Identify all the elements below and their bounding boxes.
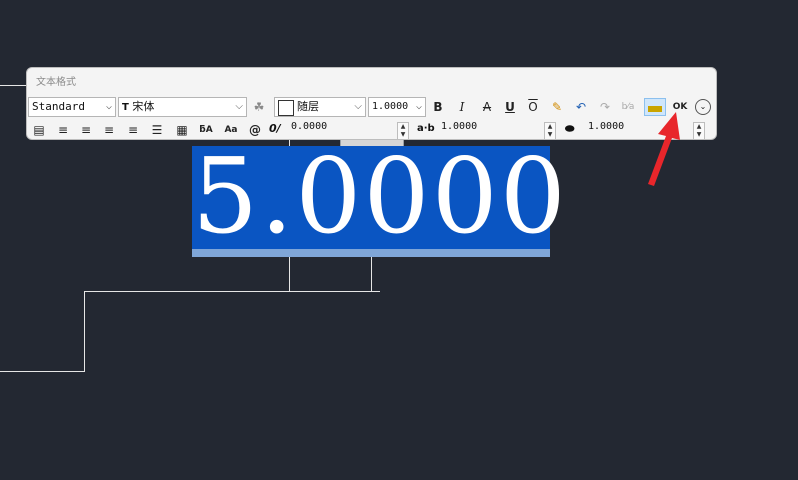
chevron-down-icon: ⌵ xyxy=(105,101,112,112)
match-format-icon[interactable]: ✎ xyxy=(548,98,566,116)
truetype-icon: T xyxy=(122,102,129,113)
font-select[interactable]: T 宋体 ⌵ xyxy=(118,97,247,117)
chevron-down-icon: ⌵ xyxy=(235,101,243,112)
color-select[interactable]: 随层 ⌵ xyxy=(274,97,366,117)
tracking-spinner[interactable]: ▲ ▼ xyxy=(544,122,556,140)
tracking-icon: a·b xyxy=(417,123,435,134)
align-left-icon[interactable]: ≡ xyxy=(54,121,72,139)
mtext-value[interactable]: 5.0000 xyxy=(192,144,566,248)
annotation-arrow-icon xyxy=(648,112,680,186)
style-select[interactable]: Standard ⌵ xyxy=(28,97,116,117)
chevron-down-icon: ⌵ xyxy=(415,101,422,112)
stack-icon[interactable]: b⁄a xyxy=(619,98,637,116)
italic-button[interactable]: I xyxy=(453,98,471,116)
lowercase-icon[interactable]: Aa xyxy=(222,121,240,139)
insert-field-icon[interactable]: ▦ xyxy=(173,121,191,139)
insert-column-icon[interactable]: ▤ xyxy=(30,121,48,139)
mtext-editor[interactable]: 5.0000 xyxy=(192,144,566,257)
oblique-angle-spinner[interactable]: ▲ ▼ xyxy=(397,122,409,140)
redo-icon[interactable]: ↷ xyxy=(596,98,614,116)
oblique-angle-field[interactable]: 0.0000 xyxy=(291,120,327,140)
tracking-field[interactable]: 1.0000 xyxy=(441,120,477,140)
mtext-ruler[interactable] xyxy=(192,249,550,257)
justify-icon[interactable]: ≡ xyxy=(124,121,142,139)
undo-icon[interactable]: ↶ xyxy=(572,98,590,116)
text-height-select[interactable]: 1.0000 ⌵ xyxy=(368,97,426,117)
width-factor-field[interactable]: 1.0000 xyxy=(588,120,624,140)
toolbar-title: 文本格式 xyxy=(36,77,76,88)
uppercase-icon[interactable]: ƃA xyxy=(197,121,215,139)
text-height-value: 1.0000 xyxy=(372,101,409,112)
cad-line xyxy=(84,291,85,372)
color-select-value: 随层 xyxy=(297,100,319,113)
strikethrough-button[interactable]: A xyxy=(478,98,496,116)
color-swatch xyxy=(278,100,294,116)
cad-line xyxy=(371,257,372,291)
cad-line xyxy=(0,371,85,372)
cad-line xyxy=(84,291,380,292)
width-factor-icon: ⬬ xyxy=(565,122,575,135)
cad-line xyxy=(0,85,26,86)
style-select-value: Standard xyxy=(32,100,85,113)
bold-button[interactable]: B xyxy=(429,98,447,116)
chevron-down-icon: ⌵ xyxy=(354,101,362,112)
symbol-icon[interactable]: @ xyxy=(246,121,264,139)
align-right-icon[interactable]: ≡ xyxy=(100,121,118,139)
align-center-icon[interactable]: ≡ xyxy=(77,121,95,139)
font-select-value: 宋体 xyxy=(132,100,155,113)
numbering-icon[interactable]: ☰ xyxy=(148,121,166,139)
oblique-angle-icon: 0/ xyxy=(269,122,281,135)
annotative-icon[interactable]: ☘ xyxy=(250,98,268,116)
underline-button[interactable]: U xyxy=(501,98,519,116)
text-format-toolbar: 文本格式 Standard ⌵ T 宋体 ⌵ ☘ 随层 ⌵ 1.0000 ⌵ B… xyxy=(26,67,717,140)
overline-button[interactable]: O xyxy=(524,98,542,116)
